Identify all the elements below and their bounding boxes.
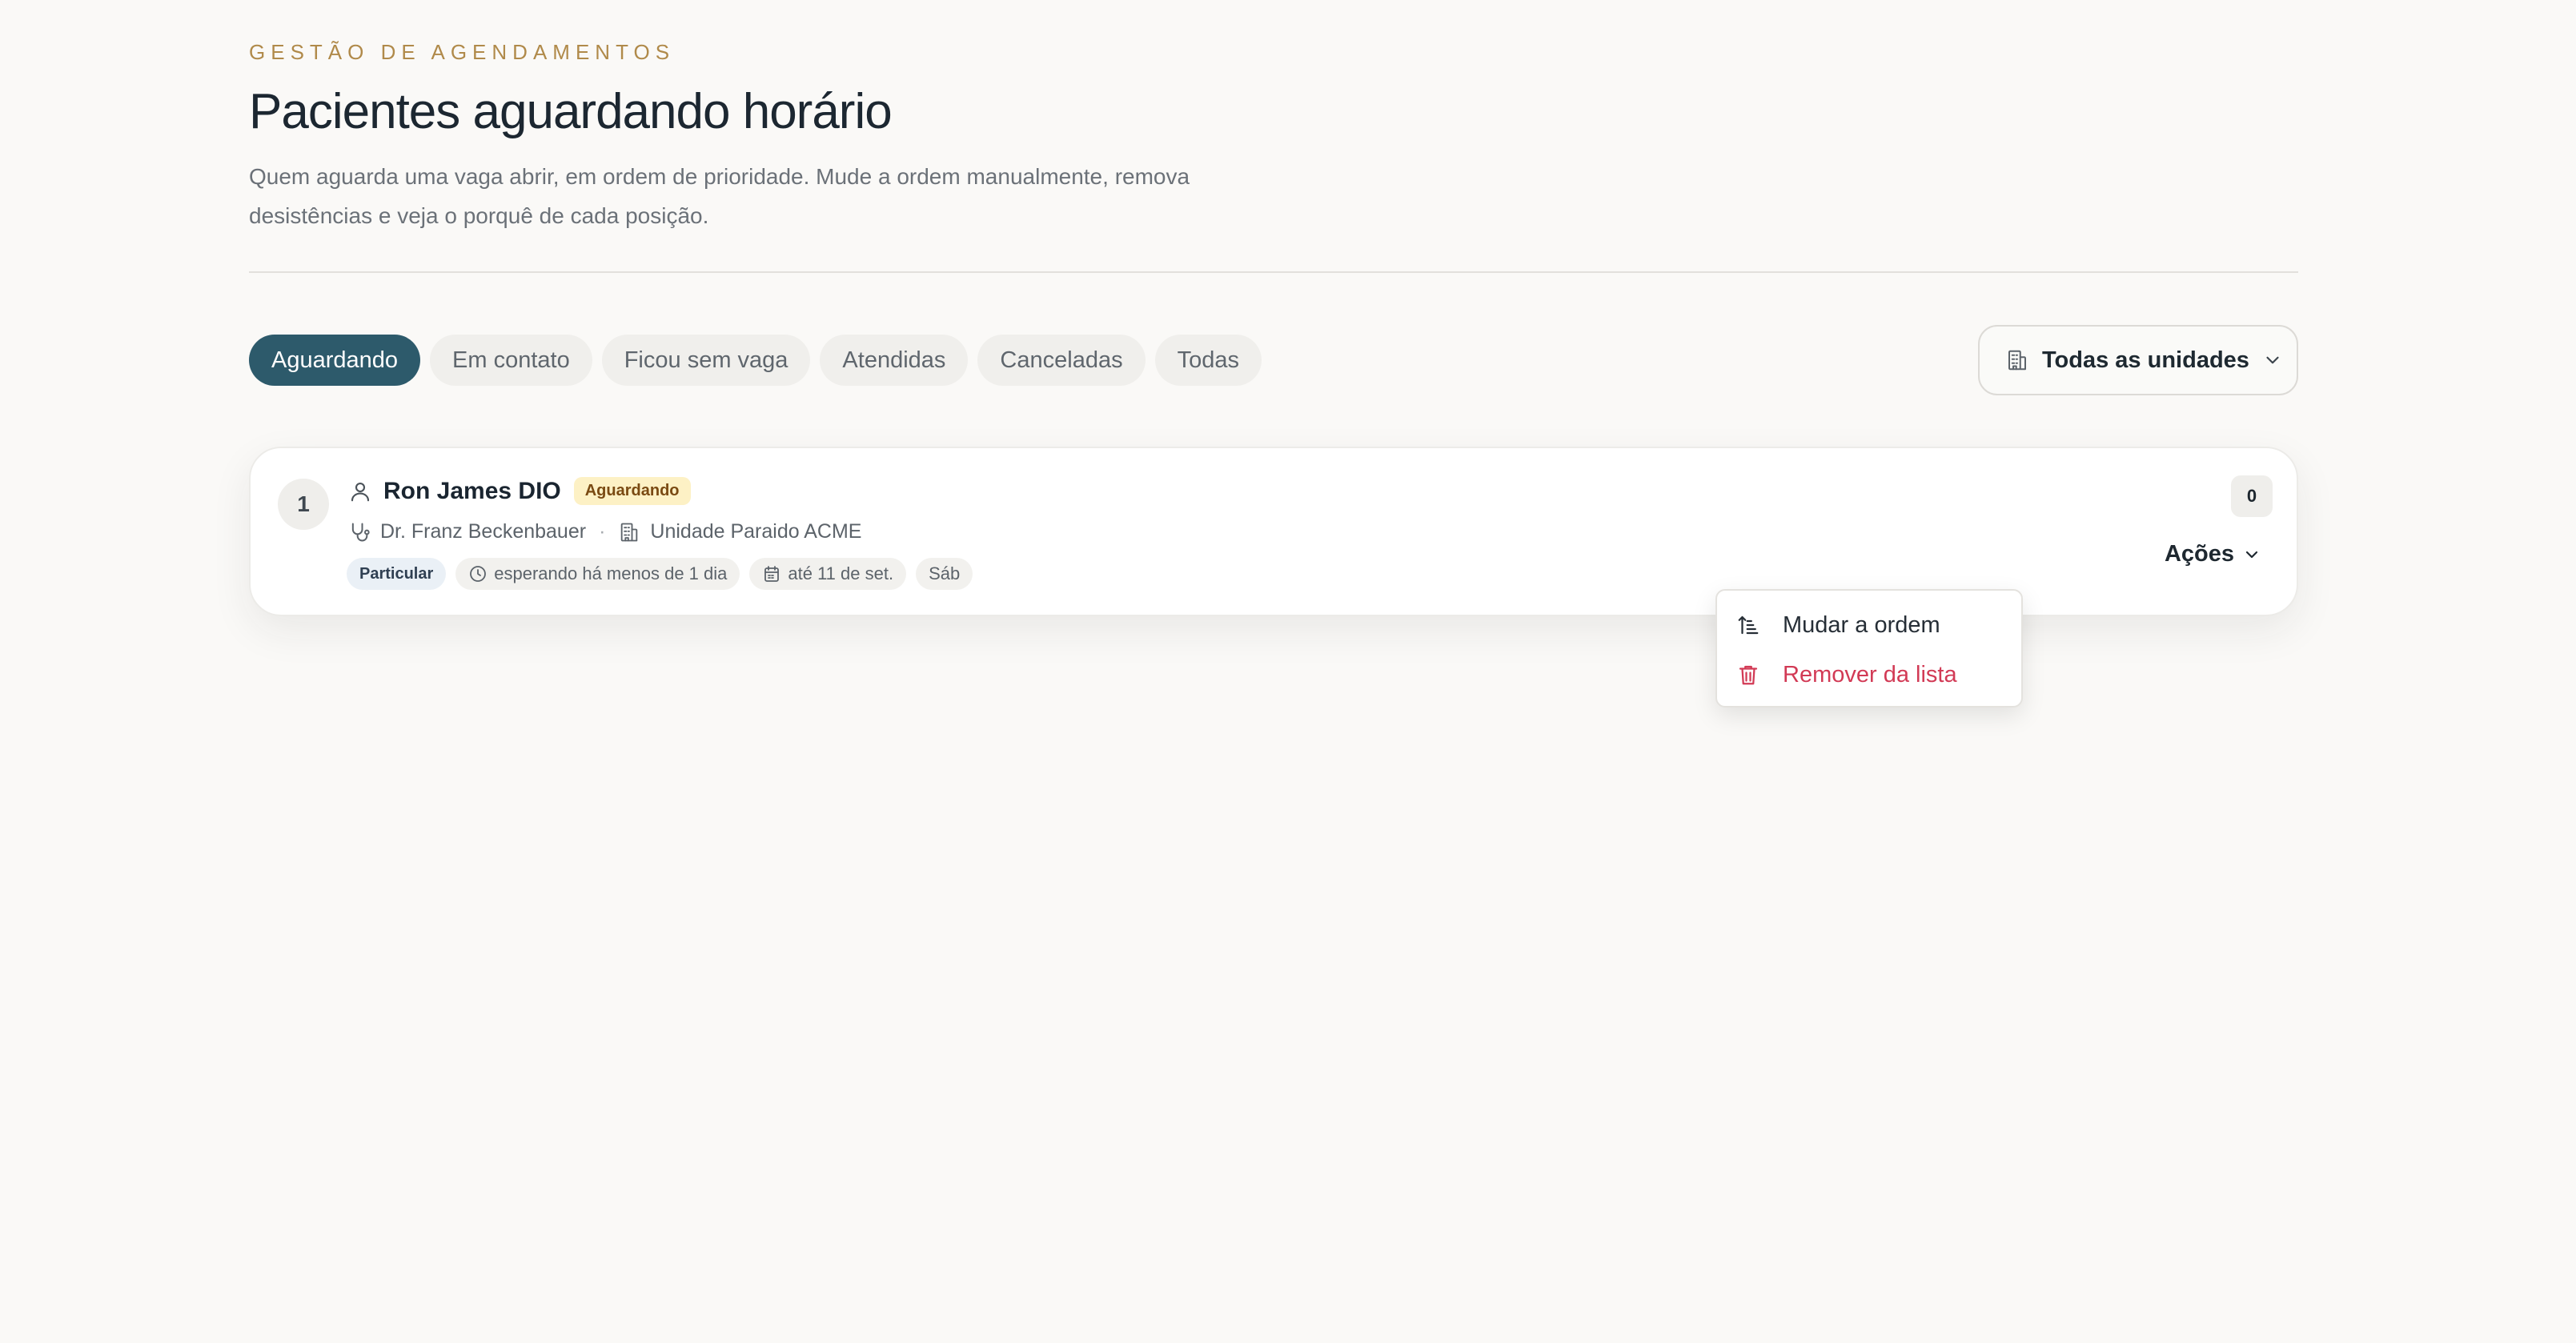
- menu-item-mudar-ordem[interactable]: Mudar a ordem: [1717, 600, 2021, 650]
- priority-rank: 1: [278, 479, 329, 530]
- menu-item-label: Remover da lista: [1783, 661, 1957, 688]
- tab-ficou-sem-vaga[interactable]: Ficou sem vaga: [601, 335, 811, 386]
- trash-icon: [1736, 663, 1760, 687]
- waiting-time-label: esperando há menos de 1 dia: [494, 563, 728, 583]
- unit-filter-dropdown[interactable]: Todas as unidades: [1978, 325, 2298, 395]
- patient-header: Ron James DIO Aguardando: [348, 477, 691, 505]
- doctor-name: Dr. Franz Beckenbauer: [380, 520, 587, 543]
- page-title: Pacientes aguardando horário: [249, 84, 893, 139]
- tab-canceladas[interactable]: Canceladas: [977, 335, 1146, 386]
- calendar-icon: [762, 564, 781, 583]
- status-tabs: Aguardando Em contato Ficou sem vaga Ate…: [249, 335, 1262, 386]
- clock-icon: [468, 564, 488, 583]
- count-badge: 0: [2231, 475, 2273, 517]
- tab-aguardando[interactable]: Aguardando: [249, 335, 421, 386]
- section-eyebrow: GESTÃO DE AGENDAMENTOS: [249, 40, 676, 64]
- unit-filter-label: Todas as unidades: [2042, 347, 2249, 373]
- chevron-down-icon: [2262, 350, 2283, 371]
- sort-ascending-icon: [1736, 613, 1760, 637]
- stethoscope-icon: [348, 521, 371, 543]
- tab-todas[interactable]: Todas: [1154, 335, 1262, 386]
- actions-menu: Mudar a ordem Remover da lista: [1715, 589, 2023, 708]
- waiting-time-chip: esperando há menos de 1 dia: [455, 558, 740, 590]
- patient-details: Dr. Franz Beckenbauer · Unidade Paraido …: [348, 520, 861, 543]
- weekday-chip: Sáb: [916, 558, 973, 590]
- payment-type-chip: Particular: [347, 558, 447, 590]
- patient-tags: Particular esperando há menos de 1 dia a…: [347, 558, 973, 590]
- chevron-down-icon: [2242, 545, 2261, 564]
- deadline-chip: até 11 de set.: [749, 558, 907, 590]
- actions-label: Ações: [2164, 541, 2234, 567]
- page-subtitle: Quem aguarda uma vaga abrir, em ordem de…: [249, 164, 1190, 228]
- status-badge: Aguardando: [573, 477, 691, 505]
- user-icon: [348, 479, 372, 503]
- patient-name: Ron James DIO: [383, 477, 561, 504]
- menu-item-remover[interactable]: Remover da lista: [1717, 650, 2021, 700]
- building-icon: [2005, 348, 2029, 372]
- building-icon: [618, 521, 640, 543]
- tab-atendidas[interactable]: Atendidas: [820, 335, 969, 386]
- unit-name: Unidade Paraido ACME: [650, 520, 862, 543]
- menu-item-label: Mudar a ordem: [1783, 611, 1940, 638]
- header-divider: [249, 271, 2298, 273]
- tab-em-contato[interactable]: Em contato: [430, 335, 592, 386]
- separator-dot: ·: [599, 520, 606, 543]
- deadline-label: até 11 de set.: [788, 563, 894, 583]
- page: GESTÃO DE AGENDAMENTOS Pacientes aguarda…: [0, 0, 2576, 1343]
- actions-dropdown-button[interactable]: Ações: [2165, 541, 2261, 567]
